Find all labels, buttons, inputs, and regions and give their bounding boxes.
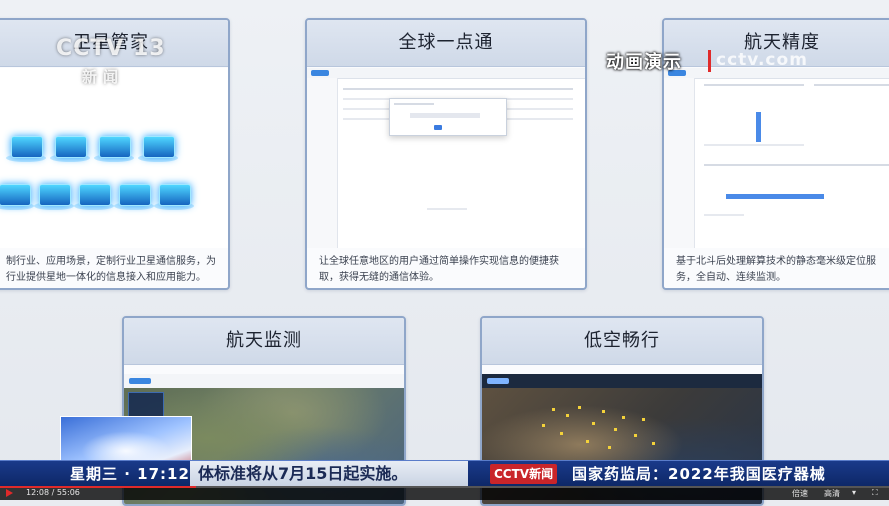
fullscreen-icon[interactable]: ⛶ <box>872 488 878 498</box>
cctv-watermark: cctv.com <box>716 50 808 70</box>
divider <box>708 50 711 72</box>
app-screenshot <box>664 68 889 248</box>
ticker-strip: 体标准将从7月15日起实施。 <box>190 461 468 487</box>
confirm-button[interactable] <box>434 125 442 130</box>
module-icon <box>0 184 31 206</box>
channel-logo: CCTV 13 <box>56 36 166 61</box>
chart-bar <box>726 194 824 199</box>
card-description: 制行业、应用场景，定制行业卫星通信服务，为行业提供星地一体化的信息接入和应用能力… <box>6 256 216 283</box>
module-icon <box>119 184 151 206</box>
dashboard-screenshot <box>0 68 228 248</box>
app-screenshot <box>307 68 585 248</box>
card-description: 让全球任意地区的用户通过简单操作实现信息的便捷获取，获得无缝的通信体验。 <box>319 256 559 283</box>
progress-track[interactable] <box>0 486 889 488</box>
channel-sub-logo: 新闻 <box>82 68 125 86</box>
module-icon <box>159 184 191 206</box>
player-controls: 12:08 / 55:06 倍速 高清 ▾ ⛶ <box>0 486 889 500</box>
speed-button[interactable]: 倍速 <box>792 488 808 499</box>
card-title: 低空畅行 <box>482 318 762 365</box>
cctv-news-badge: CCTV新闻 <box>490 464 558 484</box>
quality-button[interactable]: 高清 <box>824 488 840 499</box>
play-icon[interactable] <box>6 489 13 497</box>
dialog-modal <box>389 98 507 136</box>
chart-bar <box>756 112 761 142</box>
module-icon <box>11 136 43 158</box>
time-readout: 12:08 / 55:06 <box>26 488 80 497</box>
card-title: 全球一点通 <box>307 20 585 67</box>
volume-icon[interactable]: ▾ <box>852 488 856 497</box>
ticker-headline: 国家药监局：2022年我国医疗器械 <box>572 465 826 483</box>
card-title: 航天监测 <box>124 318 404 365</box>
ticker-day-time: 星期三 · 17:12 <box>70 465 190 483</box>
card-global-connect: 全球一点通 让全球任意地区的用户通过简单操作实现信息的便捷获取，获得无缝的通信体… <box>305 18 587 290</box>
module-icon <box>79 184 111 206</box>
card-description: 基于北斗后处理解算技术的静态毫米级定位服务，全自动、连续监测。 <box>676 256 876 283</box>
animation-demo-label: 动画演示 <box>606 52 682 73</box>
ticker-scroll-text: 体标准将从7月15日起实施。 <box>198 464 408 483</box>
module-icon <box>55 136 87 158</box>
module-icon <box>39 184 71 206</box>
news-screen: 卫星管家 制行业、应用场景，定制行业卫星通信服务，为行业提供星地一体化的信息接入… <box>0 0 889 506</box>
module-icon <box>99 136 131 158</box>
news-ticker: 星期三 · 17:12 体标准将从7月15日起实施。 CCTV新闻 国家药监局：… <box>0 460 889 487</box>
module-icon <box>143 136 175 158</box>
